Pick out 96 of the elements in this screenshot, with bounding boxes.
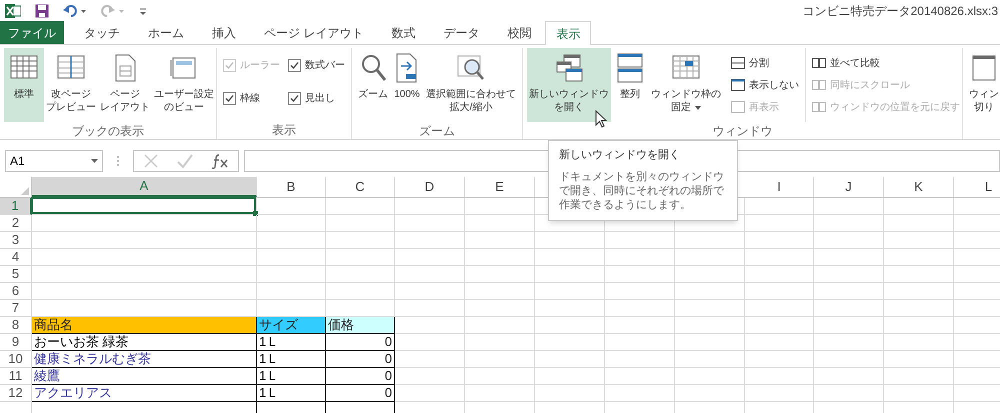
mouse-cursor-icon bbox=[595, 110, 607, 128]
ribbon-small-button[interactable]: 分割 bbox=[731, 54, 799, 72]
table-cell[interactable]: 商品名 bbox=[32, 317, 257, 334]
ribbon-tab[interactable]: 数式 bbox=[377, 21, 430, 44]
table-cell[interactable]: アクエリアス bbox=[32, 385, 257, 402]
table-cell[interactable]: 0 bbox=[326, 334, 395, 351]
ribbon-small-button[interactable]: 表示しない bbox=[731, 76, 799, 94]
ribbon-small-button[interactable]: 並べて比較 bbox=[812, 54, 960, 72]
table-cell[interactable]: 1Ｌ bbox=[257, 334, 326, 351]
tooltip-text: ドキュメントを別々のウィンドウで開き、同時にそれぞれの場所で作業できるようにします。 bbox=[559, 170, 726, 212]
group-label: ウィンドウ bbox=[712, 123, 772, 140]
checkbox-box[interactable] bbox=[223, 92, 236, 105]
enter-icon[interactable] bbox=[177, 153, 193, 169]
checkbox[interactable]: 枠線 bbox=[223, 91, 280, 106]
row-header[interactable]: 10 bbox=[0, 351, 32, 368]
table-cell[interactable]: 1Ｌ bbox=[257, 351, 326, 368]
row-header[interactable]: 1 bbox=[0, 198, 32, 215]
excel-logo-icon bbox=[5, 3, 21, 19]
table-cell[interactable]: 健康ミネラルむぎ茶 bbox=[32, 351, 257, 368]
table-cell[interactable]: 0 bbox=[326, 351, 395, 368]
row-header[interactable]: 4 bbox=[0, 249, 32, 266]
table-cell[interactable]: 1Ｌ bbox=[257, 368, 326, 385]
column-header[interactable]: E bbox=[465, 177, 535, 197]
sync-scroll-icon bbox=[812, 79, 826, 91]
ribbon-button[interactable]: ウィンドウ枠の 固定 bbox=[649, 48, 723, 122]
ribbon-button[interactable]: 標準 bbox=[4, 48, 44, 122]
row-header[interactable]: 2 bbox=[0, 215, 32, 232]
row-header[interactable]: 3 bbox=[0, 232, 32, 249]
column-header[interactable]: I bbox=[745, 177, 814, 197]
check-icon bbox=[290, 61, 299, 70]
row-header[interactable]: 5 bbox=[0, 266, 32, 283]
table-cell[interactable]: 0 bbox=[326, 368, 395, 385]
redo-icon[interactable] bbox=[101, 4, 125, 18]
column-header[interactable]: K bbox=[884, 177, 954, 197]
group-label: ブックの表示 bbox=[72, 123, 144, 140]
checkbox[interactable]: 見出し bbox=[288, 91, 345, 106]
undo-icon[interactable] bbox=[63, 4, 87, 18]
table-cell[interactable]: 綾鷹 bbox=[32, 368, 257, 385]
table-cell[interactable]: サイズ bbox=[257, 317, 326, 334]
select-all-icon[interactable] bbox=[21, 187, 29, 195]
group-label: 表示 bbox=[272, 122, 296, 139]
column-header[interactable]: L bbox=[954, 177, 1000, 197]
ribbon-button[interactable]: ズーム bbox=[356, 48, 390, 122]
ribbon-tab[interactable]: ページ レイアウト bbox=[250, 21, 378, 44]
file-tab[interactable]: ファイル bbox=[0, 21, 64, 44]
hide-icon bbox=[731, 79, 745, 91]
check-icon bbox=[225, 61, 234, 70]
side-by-side-icon bbox=[812, 57, 826, 69]
caret-icon bbox=[695, 106, 701, 110]
table-cell[interactable]: おーいお茶 緑茶 bbox=[32, 334, 257, 351]
ribbon-button[interactable]: 整列 bbox=[613, 48, 647, 122]
ribbon-tab[interactable]: 挿入 bbox=[198, 21, 250, 44]
arrange-icon bbox=[615, 52, 645, 84]
ribbon-tab[interactable]: タッチ bbox=[70, 21, 134, 44]
caret-icon bbox=[91, 159, 98, 163]
table-cell[interactable]: 価格 bbox=[326, 317, 395, 334]
split-icon bbox=[731, 57, 745, 69]
tooltip-title: 新しいウィンドウを開く bbox=[559, 148, 681, 163]
checkbox-box[interactable] bbox=[288, 59, 301, 72]
table-cell[interactable]: 1Ｌ bbox=[257, 385, 326, 402]
check-icon bbox=[290, 94, 299, 103]
reset-position-icon bbox=[812, 101, 826, 113]
column-header[interactable]: J bbox=[814, 177, 884, 197]
column-header[interactable]: C bbox=[326, 177, 395, 197]
check-icon bbox=[225, 94, 234, 103]
grip-icon bbox=[116, 155, 120, 167]
customize-toolbar-icon[interactable] bbox=[139, 6, 147, 16]
checkbox-box[interactable] bbox=[288, 92, 301, 105]
ribbon-tab[interactable]: 校閲 bbox=[493, 21, 546, 44]
row-header[interactable]: 6 bbox=[0, 283, 32, 300]
row-header[interactable]: 11 bbox=[0, 368, 32, 385]
row-header[interactable]: 7 bbox=[0, 300, 32, 317]
insert-function-icon[interactable] bbox=[211, 153, 229, 169]
ribbon-tab[interactable]: 表示 bbox=[545, 21, 592, 45]
save-icon[interactable] bbox=[35, 4, 49, 18]
ribbon-button[interactable]: 選択範囲に合わせて 拡大/縮小 bbox=[424, 48, 518, 122]
ribbon-button[interactable]: 100% bbox=[390, 48, 424, 122]
cancel-icon[interactable] bbox=[143, 153, 159, 169]
ribbon-button[interactable]: 改ページ プレビュー bbox=[44, 48, 98, 122]
ribbon-button[interactable]: ユーザー設定 のビュー bbox=[152, 48, 216, 122]
column-header[interactable]: A bbox=[32, 177, 257, 197]
name-box[interactable]: A1 bbox=[5, 150, 103, 172]
row-header[interactable]: 9 bbox=[0, 334, 32, 351]
ribbon-tab[interactable]: ホーム bbox=[134, 21, 198, 44]
windows-icon bbox=[554, 52, 584, 84]
column-header[interactable]: D bbox=[395, 177, 465, 197]
column-header[interactable]: B bbox=[257, 177, 326, 197]
unhide-icon bbox=[731, 101, 745, 113]
group-label: ズーム bbox=[419, 123, 455, 140]
checkbox[interactable]: 数式バー bbox=[288, 58, 345, 73]
ribbon-button[interactable]: ページ レイアウト bbox=[98, 48, 152, 122]
window-title: コンビニ特売データ20140826.xlsx:3 bbox=[802, 3, 999, 20]
table-cell[interactable]: 0 bbox=[326, 385, 395, 402]
ribbon-button[interactable]: ウィン 切り bbox=[967, 48, 1000, 122]
row-header[interactable]: 12 bbox=[0, 385, 32, 402]
ribbon-tab[interactable]: データ bbox=[429, 21, 494, 44]
